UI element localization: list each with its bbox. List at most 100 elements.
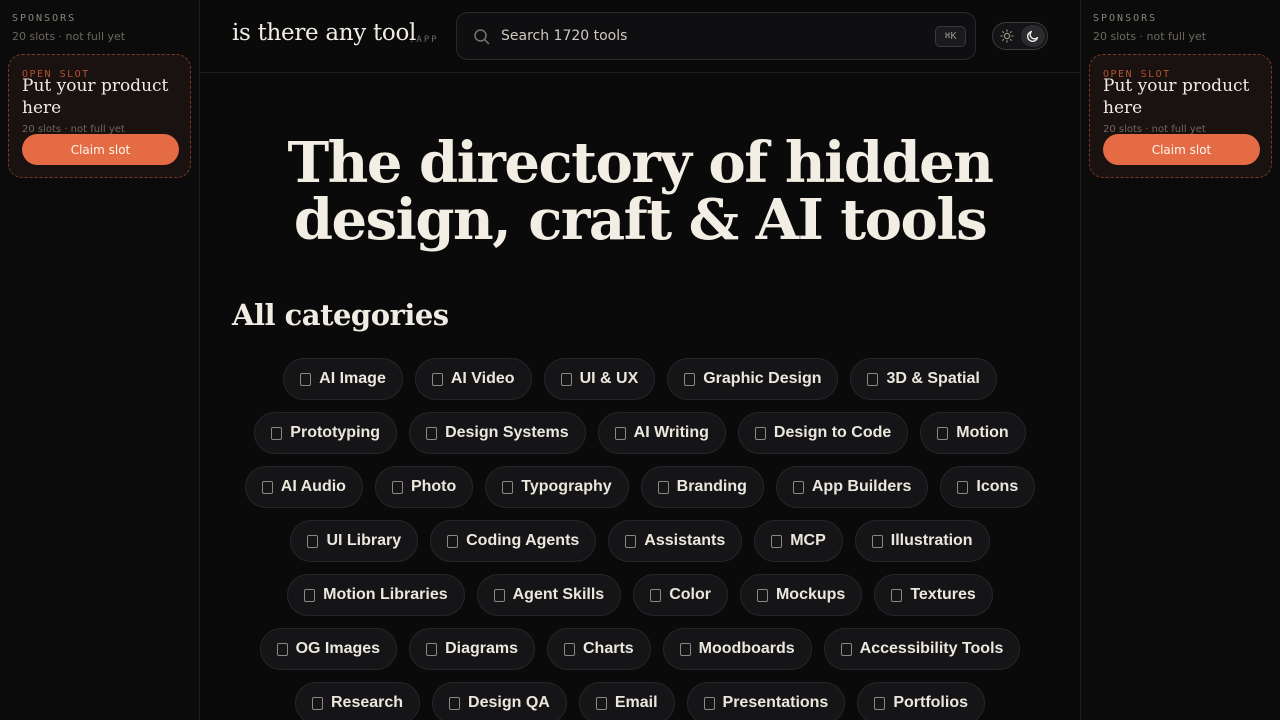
category-icon	[754, 426, 766, 440]
category-chip-label: MCP	[790, 532, 826, 549]
search-placeholder: Search 1720 tools	[501, 28, 628, 44]
sponsor-slot-card[interactable]: OPEN SLOT Put your product here 20 slots…	[8, 54, 191, 178]
search-input[interactable]: Search 1720 tools ⌘K	[456, 12, 976, 60]
category-icon	[311, 696, 323, 710]
category-chip[interactable]: Mockups	[739, 574, 863, 616]
category-chip-label: Design to Code	[773, 424, 892, 441]
category-icon	[426, 642, 438, 656]
category-chip-label: Motion Libraries	[323, 586, 448, 603]
sponsors-title: SPONSORS	[1093, 13, 1158, 24]
category-chip[interactable]: Graphic Design	[667, 358, 839, 400]
category-icon	[447, 534, 459, 548]
category-chip-label: Textures	[910, 586, 976, 603]
category-chip[interactable]: Charts	[546, 628, 651, 670]
category-chip-label: Graphic Design	[703, 370, 822, 387]
category-chip[interactable]: Motion Libraries	[287, 574, 465, 616]
category-chip[interactable]: Design QA	[432, 682, 567, 720]
category-chip[interactable]: App Builders	[775, 466, 929, 508]
sun-icon	[1000, 29, 1014, 43]
category-chip[interactable]: Portfolios	[857, 682, 985, 720]
category-chip[interactable]: AI Writing	[597, 412, 726, 454]
category-chip-label: Diagrams	[445, 640, 518, 657]
site-logo[interactable]: is there any tool	[232, 20, 416, 46]
sponsor-slot-card[interactable]: OPEN SLOT Put your product here 20 slots…	[1089, 54, 1272, 178]
category-chip-label: Presentations	[722, 694, 829, 711]
category-icon	[300, 372, 312, 386]
category-chip[interactable]: Moodboards	[662, 628, 812, 670]
category-chip[interactable]: Email	[578, 682, 675, 720]
category-chip[interactable]: MCP	[754, 520, 843, 562]
category-chip-label: Design QA	[468, 694, 550, 711]
category-icon	[771, 534, 783, 548]
category-chip-row: AI Audio Photo Typography Branding App Build…	[244, 466, 1036, 508]
category-chip-label: Assistants	[644, 532, 726, 549]
theme-toggle[interactable]	[992, 22, 1048, 50]
category-chip-label: AI Image	[319, 370, 386, 387]
category-chip[interactable]: Branding	[640, 466, 764, 508]
claim-slot-button[interactable]: Claim slot	[22, 134, 179, 165]
category-chip-label: Accessibility Tools	[859, 640, 1004, 657]
category-chip-label: 3D & Spatial	[886, 370, 980, 387]
category-chip[interactable]: Research	[294, 682, 421, 720]
keyboard-shortcut-badge: ⌘K	[935, 26, 966, 47]
category-chip[interactable]: Prototyping	[254, 412, 398, 454]
category-chip[interactable]: Textures	[874, 574, 993, 616]
category-icon	[261, 480, 273, 494]
category-chip-row: Prototyping Design Systems AI Writing Desig…	[254, 412, 1026, 454]
category-chip-row: OG Images Diagrams Charts Moodboards Accessi…	[259, 628, 1021, 670]
category-chip[interactable]: Diagrams	[409, 628, 535, 670]
category-chip[interactable]: Icons	[940, 466, 1036, 508]
categories-title: All categories	[232, 298, 449, 332]
claim-slot-button[interactable]: Claim slot	[1103, 134, 1260, 165]
category-chip[interactable]: Presentations	[686, 682, 846, 720]
category-chip-row: UI Library Coding Agents Assistants MCP Illu…	[290, 520, 990, 562]
category-chip-label: AI Video	[450, 370, 515, 387]
category-chip-label: Email	[614, 694, 658, 711]
category-icon	[957, 480, 969, 494]
category-icon	[867, 372, 879, 386]
category-icon	[493, 588, 505, 602]
category-icon	[304, 588, 316, 602]
category-icon	[684, 372, 696, 386]
category-chip-label: Branding	[676, 478, 747, 495]
category-icon	[431, 372, 443, 386]
category-chip[interactable]: Design Systems	[409, 412, 586, 454]
category-chip-label: Moodboards	[698, 640, 795, 657]
category-chip[interactable]: Color	[633, 574, 728, 616]
category-chip[interactable]: Coding Agents	[430, 520, 597, 562]
category-chip-label: App Builders	[811, 478, 912, 495]
category-chip[interactable]: Design to Code	[737, 412, 909, 454]
category-chip[interactable]: Illustration	[854, 520, 990, 562]
slot-headline: Put your product here	[22, 76, 169, 118]
category-chip-label: Design Systems	[445, 424, 569, 441]
category-icon	[657, 480, 669, 494]
category-chip[interactable]: AI Audio	[244, 466, 363, 508]
category-icon	[840, 642, 852, 656]
category-icon	[937, 426, 949, 440]
category-chip[interactable]: Photo	[374, 466, 474, 508]
main-column: is there any tool .APP Search 1720 tools…	[200, 0, 1080, 720]
slot-headline: Put your product here	[1103, 76, 1250, 118]
category-chip[interactable]: Typography	[485, 466, 629, 508]
sponsor-rail-right: SPONSORS 20 slots · not full yet OPEN SL…	[1080, 0, 1280, 720]
hero-heading: The directory of hidden design, craft & …	[200, 135, 1080, 249]
category-chip[interactable]: Motion	[920, 412, 1026, 454]
category-chip[interactable]: Agent Skills	[476, 574, 622, 616]
category-chip[interactable]: UI Library	[290, 520, 419, 562]
category-icon	[595, 696, 607, 710]
category-chip[interactable]: AI Image	[283, 358, 403, 400]
theme-toggle-knob	[1021, 25, 1045, 47]
category-chip-label: UI & UX	[579, 370, 639, 387]
search-icon	[474, 29, 490, 45]
category-chip[interactable]: AI Video	[414, 358, 532, 400]
category-icon	[502, 480, 514, 494]
moon-icon	[1026, 30, 1039, 43]
category-chip[interactable]: UI & UX	[543, 358, 656, 400]
category-chip[interactable]: 3D & Spatial	[850, 358, 997, 400]
category-chip-label: OG Images	[295, 640, 381, 657]
category-icon	[891, 588, 903, 602]
category-chip-label: Icons	[976, 478, 1019, 495]
category-chip[interactable]: Assistants	[608, 520, 743, 562]
category-chip[interactable]: OG Images	[259, 628, 398, 670]
category-chip[interactable]: Accessibility Tools	[823, 628, 1021, 670]
